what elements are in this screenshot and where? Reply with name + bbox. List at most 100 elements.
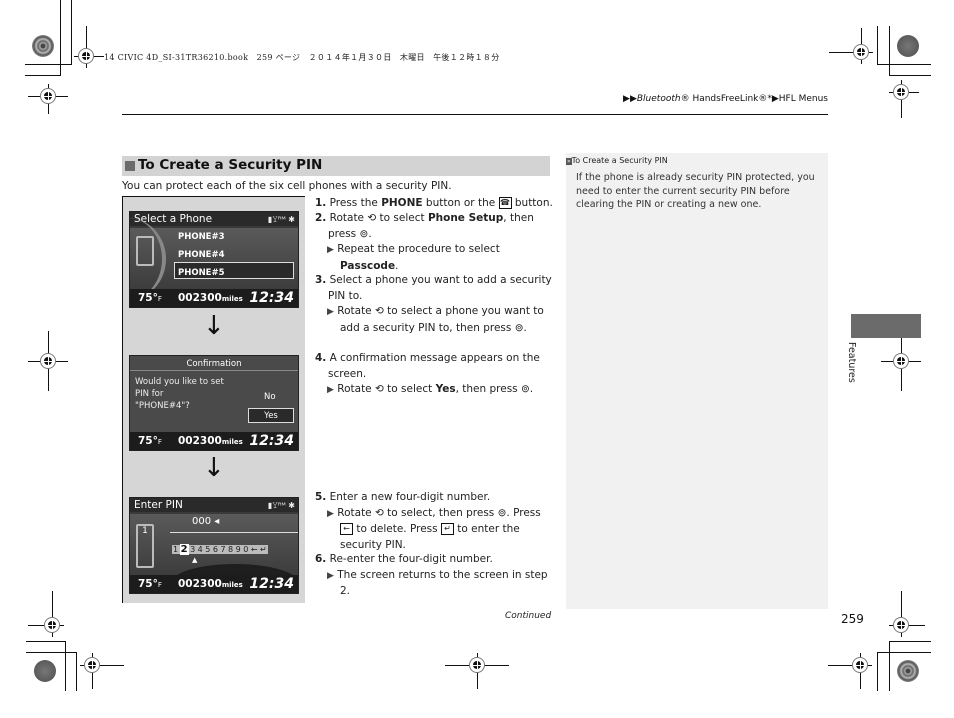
- rotate-dial-icon: ⟲: [374, 383, 384, 395]
- phone-button-icon: ☎: [498, 197, 512, 209]
- crop-mark: [877, 64, 931, 65]
- list-item[interactable]: PHONE#5: [178, 268, 225, 278]
- press-dial-icon: ⊚: [359, 227, 369, 240]
- press-dial-icon: ⊚: [514, 321, 524, 334]
- step-number: 2.: [315, 212, 327, 224]
- confirmation-message: Would you like to set PIN for "PHONE#4"?: [135, 376, 224, 412]
- step-number: 3.: [315, 274, 327, 286]
- section-intro: You can protect each of the six cell pho…: [122, 180, 452, 192]
- digit-key[interactable]: 3: [189, 545, 197, 554]
- digit-selector[interactable]: 1 2 3 4 5 6 7 8 9 0 ← ↵: [172, 544, 269, 555]
- crop-mark: [889, 641, 931, 642]
- section-title: To Create a Security PIN: [138, 157, 323, 173]
- screen-title: Confirmation: [130, 358, 298, 371]
- continued-label: Continued: [505, 611, 552, 621]
- digit-key[interactable]: 1: [172, 545, 180, 554]
- crop-mark: [889, 75, 931, 76]
- step-number: 1.: [315, 197, 327, 209]
- breadcrumb-item-bluetooth-rest[interactable]: ® HandsFreeLink®*: [681, 94, 772, 104]
- crop-mark: [25, 75, 61, 76]
- crop-mark: [60, 0, 61, 76]
- step-5: 5. Enter a new four-digit number. ▶ Rota…: [315, 491, 541, 551]
- section-square-icon: [125, 161, 135, 171]
- temperature: 75°F: [138, 435, 162, 447]
- bullet-arrow-icon: ▶: [327, 508, 334, 519]
- digit-key[interactable]: 8: [227, 545, 235, 554]
- print-header: 14 CIVIC 4D_SI-31TR36210.book 259 ページ ２０…: [104, 53, 500, 62]
- clock: 12:34: [249, 433, 294, 449]
- no-option[interactable]: No: [264, 392, 276, 402]
- odometer: 002300miles: [178, 292, 243, 304]
- breadcrumb-arrow-icon: ▶▶: [623, 94, 637, 104]
- temperature: 75°F: [138, 292, 162, 304]
- step-number: 4.: [315, 352, 327, 364]
- clock: 12:34: [249, 576, 294, 592]
- screen-title: Select a Phone ▮𝚈ᴿᴹ ✱: [130, 212, 298, 226]
- bullet-arrow-icon: ▶: [327, 245, 334, 255]
- digit-key[interactable]: 5: [204, 545, 212, 554]
- clock: 12:34: [249, 290, 294, 306]
- digit-key[interactable]: 0: [242, 545, 250, 554]
- pin-entry-underline: [170, 532, 298, 533]
- step-number: 5.: [315, 491, 327, 503]
- screen-footer: 75°F 002300miles 12:34: [130, 289, 298, 307]
- screen-figures: Select a Phone ▮𝚈ᴿᴹ ✱ PHONE#3 PHONE#4 PH…: [122, 196, 305, 603]
- arrow-down-icon: ↓: [203, 311, 225, 341]
- pin-entry: 000 ◂: [192, 516, 220, 527]
- crop-mark: [877, 26, 878, 65]
- page-number: 259: [841, 612, 864, 626]
- header-rule: [122, 114, 828, 115]
- selection-pointer-icon: ▲: [192, 556, 198, 564]
- registration-disc-bottom-left: [34, 660, 56, 682]
- message-line: PIN for: [135, 389, 164, 399]
- screen-title-text: Enter PIN: [134, 499, 183, 511]
- chapter-tab[interactable]: [851, 314, 921, 338]
- crop-mark: [76, 652, 77, 691]
- screen-body: PHONE#3 PHONE#4 PHONE#5: [130, 218, 298, 300]
- step-1: 1. Press the PHONE button or the ☎ butto…: [315, 197, 553, 209]
- section-header: To Create a Security PIN: [122, 156, 550, 176]
- yes-option-selected[interactable]: Yes: [248, 408, 294, 423]
- list-item[interactable]: PHONE#3: [178, 232, 225, 242]
- list-item-selected[interactable]: PHONE#4: [178, 250, 225, 260]
- crop-mark: [877, 652, 878, 691]
- note-text: If the phone is already security PIN pro…: [576, 172, 815, 210]
- enter-key-icon[interactable]: ↵: [259, 545, 269, 554]
- crop-mark: [877, 652, 931, 653]
- step-3: 3. Select a phone you want to add a secu…: [315, 274, 552, 334]
- status-icons: ▮𝚈ᴿᴹ ✱: [267, 215, 295, 224]
- crop-mark: [25, 64, 71, 65]
- temperature: 75°F: [138, 578, 162, 590]
- screen-select-phone: Select a Phone ▮𝚈ᴿᴹ ✱ PHONE#3 PHONE#4 PH…: [129, 211, 299, 308]
- status-icons: ▮𝚈ᴿᴹ ✱: [267, 501, 295, 510]
- dial-arc: [130, 218, 166, 300]
- phone-lock-icon: 1: [136, 524, 154, 568]
- rotate-dial-icon: ⟲: [374, 506, 384, 519]
- step-4: 4. A confirmation message appears on the…: [315, 352, 540, 395]
- note-title: »To Create a Security PIN: [566, 156, 668, 165]
- bullet-arrow-icon: ▶: [327, 307, 334, 317]
- crop-mark: [889, 26, 890, 76]
- enter-button-icon: ↵: [440, 523, 454, 535]
- screen-body: 000 ◂ 1 1 2 3 4 5 6 7 8 9 0 ← ↵ ▲: [130, 514, 298, 593]
- rotate-dial-icon: ⟲: [367, 212, 377, 224]
- screen-footer: 75°F 002300miles 12:34: [130, 432, 298, 450]
- registration-disc-bottom-right: [897, 660, 919, 682]
- registration-disc-top-right: [897, 35, 919, 57]
- message-line: Would you like to set: [135, 377, 224, 387]
- breadcrumb-item-hfl-menus[interactable]: HFL Menus: [779, 94, 828, 104]
- digit-key[interactable]: 7: [219, 545, 228, 554]
- digit-key-selected[interactable]: 2: [179, 544, 190, 555]
- step-6: 6. Re-enter the four-digit number. ▶ The…: [315, 553, 548, 597]
- crop-mark: [26, 641, 66, 642]
- delete-key-icon[interactable]: ←: [249, 545, 260, 554]
- chapter-tab-label: Features: [846, 342, 857, 383]
- arrow-down-icon: ↓: [203, 453, 225, 483]
- rotate-dial-icon: ⟲: [374, 305, 384, 317]
- crop-mark: [889, 641, 890, 691]
- crop-mark: [71, 0, 72, 65]
- breadcrumb-arrow-icon: ▶: [771, 94, 779, 104]
- odometer: 002300miles: [178, 435, 243, 447]
- breadcrumb-item-bluetooth-italic[interactable]: Bluetooth: [637, 94, 681, 104]
- step-number: 6.: [315, 553, 327, 565]
